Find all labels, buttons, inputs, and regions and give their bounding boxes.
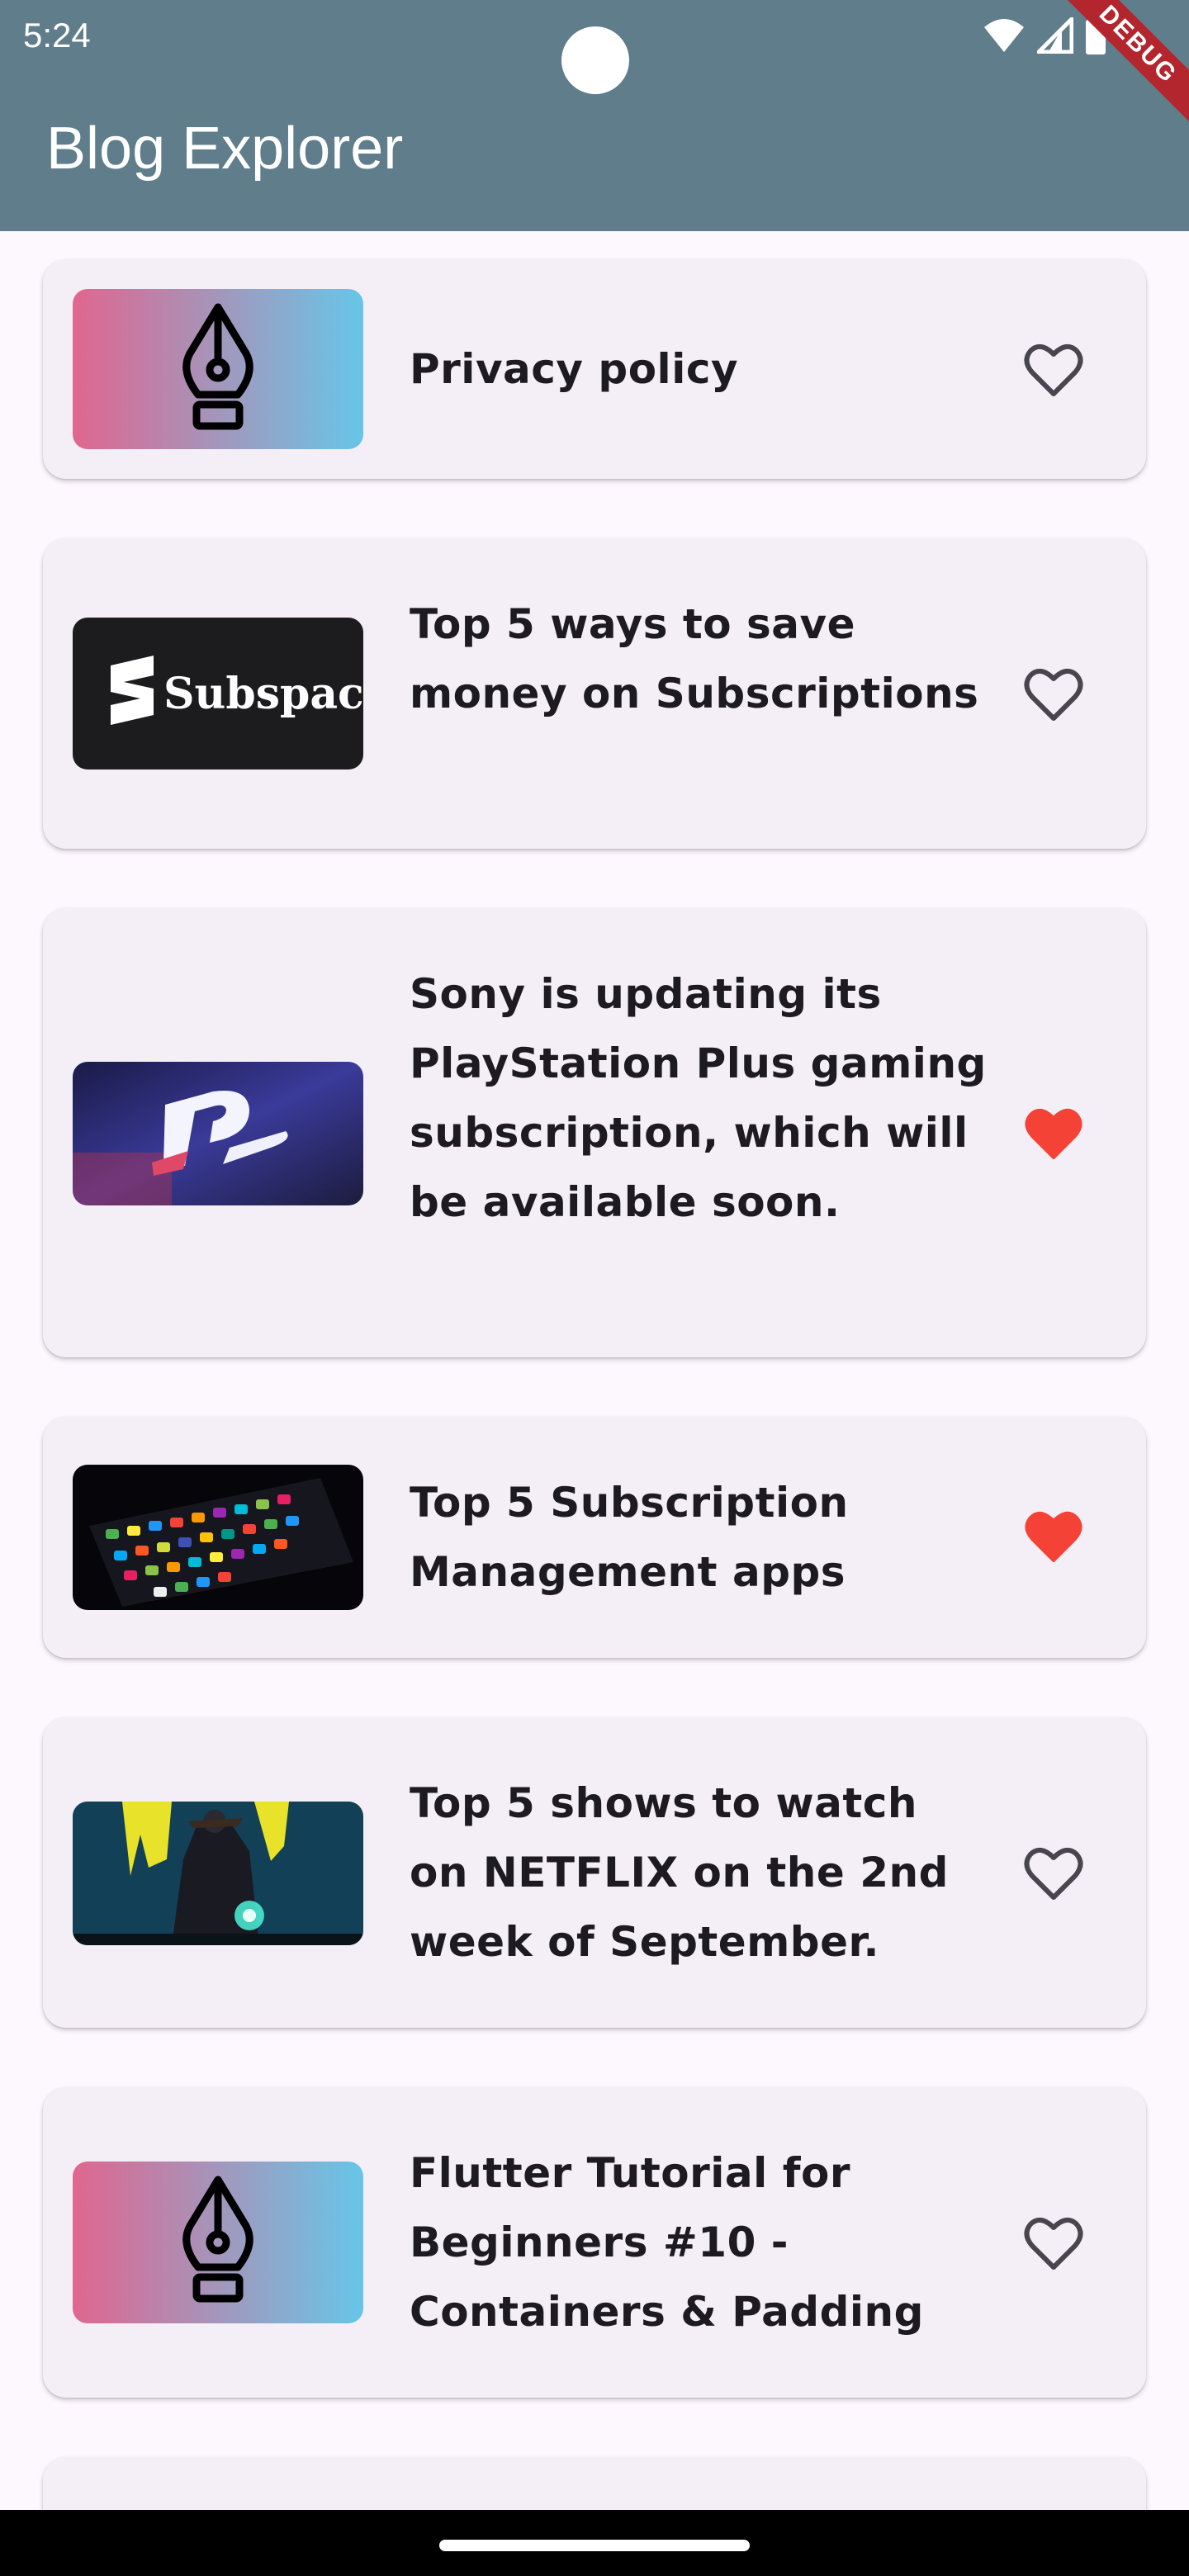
post-card[interactable]: Top 5 shows to watch on NETFLIX on the 2… (43, 1717, 1146, 2028)
home-gesture-handle[interactable] (439, 2540, 750, 2551)
post-title: Top 5 Subscription Management apps (410, 1479, 849, 1596)
post-title: Flutter Tutorial for Beginners #10 - Con… (410, 2149, 924, 2336)
favorite-heart-outline-icon[interactable] (1021, 336, 1087, 402)
favorite-heart-filled-icon[interactable] (1021, 1503, 1087, 1569)
app-bar: 5:24 DEBUG Blog Explorer (0, 0, 1189, 231)
post-card[interactable]: Top 5 Subscription Management apps (43, 1417, 1146, 1658)
post-title: Sony is updating its PlayStation Plus ga… (410, 970, 987, 1226)
app-title: Blog Explorer (46, 116, 404, 182)
camera-cutout (561, 26, 629, 94)
favorite-heart-outline-icon[interactable] (1021, 661, 1087, 727)
post-title: Top 5 shows to watch on NETFLIX on the 2… (410, 1779, 949, 1966)
post-card[interactable]: Flutter Tutorial for Beginners #10 - Con… (43, 2087, 1146, 2398)
playstation-logo-image (73, 1062, 363, 1205)
wifi-icon (983, 17, 1026, 54)
subspace-logo-text: Subspace. (163, 669, 363, 719)
post-card[interactable]: Sony is updating its PlayStation Plus ga… (43, 908, 1146, 1357)
favorite-heart-outline-icon[interactable] (1021, 1840, 1087, 1906)
netflix-show-image (73, 1802, 363, 1945)
post-title: Privacy policy (410, 345, 739, 393)
screen: 5:24 DEBUG Blog Explorer Privacy policy … (0, 0, 1189, 2576)
system-navigation-bar (0, 2510, 1189, 2576)
favorite-heart-filled-icon[interactable] (1021, 1100, 1087, 1166)
cellular-signal-icon (1037, 17, 1073, 54)
post-title: Top 5 ways to save money on Subscription… (410, 600, 979, 717)
subspace-logo-image: Subspace. (73, 618, 363, 769)
phone-apps-image (73, 1465, 363, 1610)
pen-nib-gradient-image (73, 2162, 363, 2323)
status-time: 5:24 (23, 16, 91, 54)
post-card[interactable]: Subspace. Top 5 ways to save money on Su… (43, 538, 1146, 849)
pen-nib-gradient-image (73, 289, 363, 449)
post-card[interactable]: Privacy policy (43, 259, 1146, 479)
favorite-heart-outline-icon[interactable] (1021, 2209, 1087, 2275)
